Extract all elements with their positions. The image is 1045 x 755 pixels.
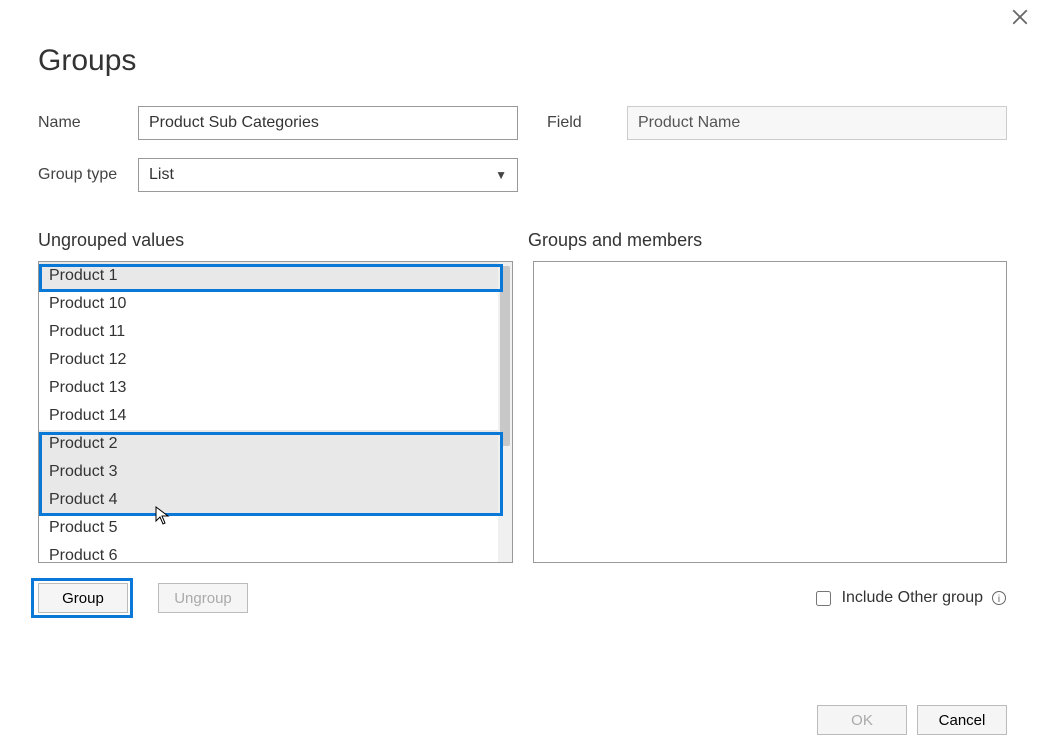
groups-members-listbox[interactable] — [533, 261, 1008, 563]
include-other-checkbox[interactable] — [816, 591, 831, 606]
groups-members-label: Groups and members — [528, 230, 702, 251]
dialog-title: Groups — [38, 44, 1007, 78]
group-type-value: List — [149, 166, 174, 184]
include-other-label: Include Other group — [842, 589, 983, 607]
list-item[interactable]: Product 10 — [39, 290, 512, 318]
group-button[interactable]: Group — [38, 583, 128, 613]
scroll-thumb[interactable] — [500, 266, 510, 446]
chevron-down-icon: ▼ — [495, 168, 507, 182]
list-item[interactable]: Product 11 — [39, 318, 512, 346]
list-item[interactable]: Product 12 — [39, 346, 512, 374]
group-type-select[interactable]: List ▼ — [138, 158, 518, 192]
info-icon[interactable]: i — [991, 590, 1007, 606]
close-button[interactable] — [1011, 8, 1035, 32]
list-item[interactable]: Product 6 — [39, 542, 512, 562]
ungrouped-values-listbox[interactable]: Product 1Product 10Product 11Product 12P… — [38, 261, 513, 563]
svg-text:i: i — [998, 594, 1000, 605]
list-item[interactable]: Product 5 — [39, 514, 512, 542]
list-item[interactable]: Product 1 — [39, 262, 512, 290]
list-item[interactable]: Product 3 — [39, 458, 512, 486]
groups-dialog: Groups Name Field Group type List ▼ Ungr… — [0, 0, 1045, 755]
ungroup-button: Ungroup — [158, 583, 248, 613]
cancel-button[interactable]: Cancel — [917, 705, 1007, 735]
name-label: Name — [38, 114, 138, 132]
list-item[interactable]: Product 13 — [39, 374, 512, 402]
ungrouped-values-label: Ungrouped values — [38, 230, 528, 251]
list-item[interactable]: Product 4 — [39, 486, 512, 514]
group-type-label: Group type — [38, 166, 138, 184]
list-item[interactable]: Product 2 — [39, 430, 512, 458]
ok-button: OK — [817, 705, 907, 735]
scrollbar[interactable] — [498, 262, 512, 562]
close-icon — [1011, 13, 1029, 30]
list-item[interactable]: Product 14 — [39, 402, 512, 430]
field-label: Field — [547, 114, 627, 132]
name-input[interactable] — [138, 106, 518, 140]
field-input — [627, 106, 1007, 140]
